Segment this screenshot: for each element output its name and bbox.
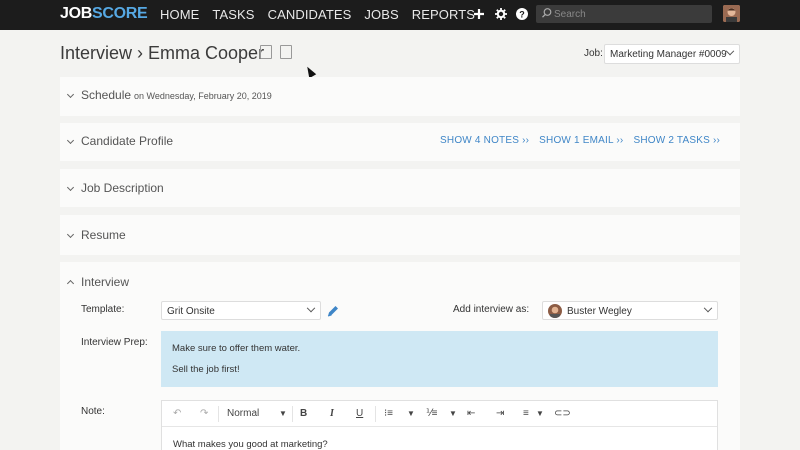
search-box [536, 5, 712, 23]
template-label: Template: [81, 304, 125, 315]
note-label: Note: [81, 406, 105, 417]
nav-home[interactable]: HOME [160, 7, 199, 22]
user-avatar[interactable] [723, 5, 740, 22]
candidate-profile-panel[interactable]: Candidate Profile SHOW 4 NOTES ›› SHOW 1… [60, 123, 740, 161]
job-label: Job: [584, 48, 603, 59]
candidate-profile-title: Candidate Profile [81, 134, 174, 148]
page-title: Interview › Emma Cooper [60, 43, 265, 63]
chevron-down-icon [66, 184, 75, 192]
schedule-date: on Wednesday, February 20, 2019 [134, 91, 272, 101]
interview-header[interactable]: Interview [66, 275, 130, 289]
interview-prep-box: Make sure to offer them water. Sell the … [161, 331, 718, 387]
logo-text-job: JOB [60, 5, 92, 22]
chevron-down-icon [66, 91, 75, 99]
chevron-down-icon [725, 46, 735, 56]
template-select[interactable]: Grit Onsite [161, 301, 321, 320]
chevron-down-icon [66, 137, 75, 145]
chevron-up-icon [66, 279, 75, 287]
interviewer-avatar [548, 304, 562, 318]
editor-toolbar: ↶ ↷ Normal ▼ B I U ⁝≡ ▼ ⅟≡ ▼ ⇤ ⇥ ≡ ▼ ⊂⊃ [162, 401, 717, 427]
show-tasks-link[interactable]: SHOW 2 TASKS ›› [633, 135, 720, 146]
job-select-value: Marketing Manager #0009 [610, 49, 727, 60]
main-nav: HOME TASKS CANDIDATES JOBS REPORTS [160, 7, 475, 22]
show-email-link[interactable]: SHOW 1 EMAIL ›› [539, 135, 623, 146]
format-caret-icon[interactable]: ▼ [279, 409, 287, 418]
format-select[interactable]: Normal [227, 408, 259, 419]
schedule-title: Schedule [81, 88, 132, 102]
print-icon[interactable] [280, 45, 292, 59]
top-navbar: JOBSCORE HOME TASKS CANDIDATES JOBS REPO… [0, 0, 800, 30]
nav-candidates[interactable]: CANDIDATES [268, 7, 352, 22]
nav-tasks[interactable]: TASKS [212, 7, 254, 22]
bullet-caret-icon[interactable]: ▼ [407, 409, 415, 418]
outdent-icon[interactable]: ⇤ [467, 408, 475, 419]
job-description-panel[interactable]: Job Description [60, 169, 740, 207]
interviewer-name: Buster Wegley [567, 306, 632, 317]
underline-icon[interactable]: U [356, 408, 363, 419]
prep-line: Make sure to offer them water. [172, 343, 301, 354]
pencil-icon[interactable] [326, 304, 340, 318]
bullet-list-icon[interactable]: ⁝≡ [384, 408, 393, 419]
link-icon[interactable]: ⊂⊃ [554, 408, 571, 419]
nav-jobs[interactable]: JOBS [364, 7, 398, 22]
gear-icon[interactable] [494, 7, 508, 21]
note-text[interactable]: What makes you good at marketing? [173, 439, 328, 450]
numbered-list-icon[interactable]: ⅟≡ [426, 408, 438, 419]
format-select-value: Normal [227, 408, 260, 419]
number-caret-icon[interactable]: ▼ [449, 409, 457, 418]
redo-icon[interactable]: ↷ [200, 408, 208, 419]
svg-text:?: ? [519, 10, 525, 20]
show-notes-link[interactable]: SHOW 4 NOTES ›› [440, 135, 529, 146]
jobscore-logo[interactable]: JOBSCORE [60, 5, 148, 23]
note-editor[interactable]: ↶ ↷ Normal ▼ B I U ⁝≡ ▼ ⅟≡ ▼ ⇤ ⇥ ≡ ▼ ⊂⊃ … [161, 400, 718, 450]
interview-panel: Interview Template: Grit Onsite Add inte… [60, 262, 740, 450]
nav-reports[interactable]: REPORTS [412, 7, 475, 22]
search-input[interactable] [554, 6, 704, 22]
chevron-down-icon [306, 303, 316, 313]
chevron-down-icon [703, 303, 713, 313]
interview-title: Interview [81, 275, 130, 289]
chevron-down-icon [66, 231, 75, 239]
italic-icon[interactable]: I [330, 408, 334, 419]
search-icon [542, 8, 552, 18]
align-caret-icon[interactable]: ▼ [536, 409, 544, 418]
prep-label: Interview Prep: [81, 337, 148, 348]
logo-text-score: SCORE [92, 5, 148, 22]
candidate-profile-header[interactable]: Candidate Profile [66, 134, 174, 148]
resume-panel[interactable]: Resume [60, 215, 740, 255]
title-actions [260, 45, 292, 59]
job-description-header[interactable]: Job Description [66, 181, 164, 195]
align-icon[interactable]: ≡ [523, 408, 529, 419]
job-description-title: Job Description [81, 181, 164, 195]
template-select-value: Grit Onsite [167, 306, 215, 317]
undo-icon[interactable]: ↶ [173, 408, 181, 419]
help-icon[interactable]: ? [515, 7, 529, 21]
schedule-header[interactable]: Schedule on Wednesday, February 20, 2019 [66, 88, 272, 102]
resume-header[interactable]: Resume [66, 228, 126, 242]
prep-line: Sell the job first! [172, 364, 240, 375]
plus-icon[interactable] [472, 7, 486, 21]
indent-icon[interactable]: ⇥ [496, 408, 504, 419]
scorecard-icon[interactable] [260, 45, 272, 59]
interviewer-select[interactable]: Buster Wegley [542, 301, 718, 320]
add-as-label: Add interview as: [453, 304, 530, 315]
profile-links: SHOW 4 NOTES ›› SHOW 1 EMAIL ›› SHOW 2 T… [440, 135, 720, 146]
resume-title: Resume [81, 228, 126, 242]
job-select[interactable]: Marketing Manager #0009 [604, 44, 740, 64]
bold-icon[interactable]: B [300, 408, 307, 419]
schedule-panel[interactable]: Schedule on Wednesday, February 20, 2019 [60, 77, 740, 116]
